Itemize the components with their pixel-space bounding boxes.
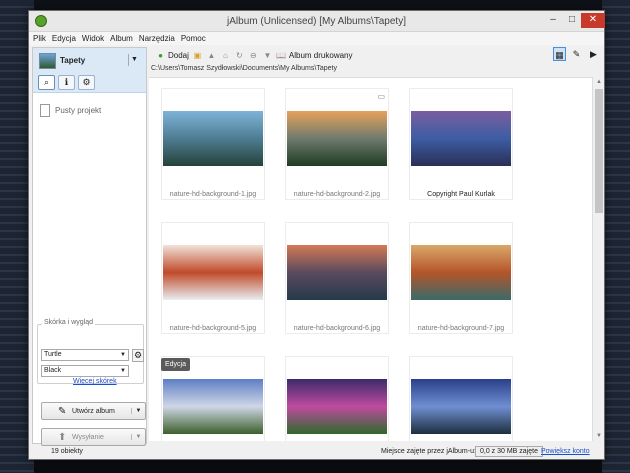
thumbnail-cell[interactable] [285,356,389,441]
thumbnail-image[interactable] [411,111,511,166]
new-folder-icon[interactable]: ▣ [192,50,203,61]
thumbnail-image[interactable] [287,245,387,300]
exclude-icon[interactable]: ⊖ [248,50,259,61]
print-album-label: Album drukowany [288,50,353,60]
view-mode-buttons: ▦ ✎ ▶ [553,47,600,61]
sidebar: Tapety ▼ ⌕ ℹ ⚙ Pusty projekt Skórka i wy… [32,47,147,446]
book-icon: 📖 [276,50,287,60]
path-breadcrumb: C:\Users\Tomasz Szydłowski\Documents\My … [151,65,337,72]
upload-arrow-icon: ⬆ [58,431,67,443]
sidebar-tools: ⌕ ℹ ⚙ [38,75,95,90]
add-icon: ● [158,50,163,60]
folder-icon[interactable]: ▭ [377,92,385,101]
thumbnail-image[interactable] [411,245,511,300]
menu-edycja[interactable]: Edycja [52,34,76,43]
space-label: Miejsce zajęte przez jAlbum-u: [381,448,476,455]
preview-view-icon[interactable]: ▶ [587,47,600,61]
thumbnail-image[interactable] [163,111,263,166]
close-button[interactable]: ✕ [581,13,605,28]
thumbnail-cell[interactable]: nature-hd-background-5.jpg [161,222,265,334]
document-icon [40,104,50,117]
window-title: jAlbum (Unlicensed) [My Albums\Tapety] [227,16,406,27]
project-label: Pusty projekt [55,106,102,115]
thumbnail-image[interactable] [163,379,263,434]
desktop-wallpaper-right [602,0,630,473]
thumbnail-cell[interactable]: nature-hd-background-1.jpg [161,88,265,200]
menu-album[interactable]: Album [110,34,133,43]
search-icon[interactable]: ⌕ [38,75,55,90]
thumbnail-image[interactable] [411,379,511,434]
rotate-icon[interactable]: ↻ [234,50,245,61]
thumbnail-image[interactable] [287,379,387,434]
main-toolbar: ● Dodaj ▣ ▲ ⌂ ↻ ⊖ ▼ 📖 Album drukowany ▦ … [149,47,604,63]
chevron-down-icon[interactable]: ▼ [131,434,145,440]
thumbnail-cell[interactable]: Copyright Paul Kurlak [409,88,513,200]
info-icon[interactable]: ℹ [58,75,75,90]
space-used-badge: 0,0 z 30 MB zajęte [475,446,543,457]
thumbnail-cell[interactable] [409,356,513,441]
object-count: 19 obiekty [51,448,83,455]
add-label: Dodaj [168,50,189,60]
menu-widok[interactable]: Widok [82,34,104,43]
edit-view-icon[interactable]: ✎ [570,47,583,61]
skin-section: Skórka i wygląd Turtle ▼ ⚙ Black ▼ Więce… [37,319,144,385]
album-name[interactable]: Tapety [60,56,85,65]
chevron-down-icon[interactable]: ▼ [131,408,145,414]
thumbnail-caption: Copyright Paul Kurlak [427,191,495,198]
thumbnail-cell[interactable]: nature-hd-background-6.jpg [285,222,389,334]
filter-icon[interactable]: ▼ [262,50,273,61]
thumbnail-caption: nature-hd-background-6.jpg [293,325,381,332]
skin-select[interactable]: Turtle ▼ [41,349,129,361]
thumbnail-caption: nature-hd-background-5.jpg [169,325,257,332]
gear-icon[interactable]: ⚙ [78,75,95,90]
thumbnail-cell[interactable]: ▭ nature-hd-background-2.jpg [285,88,389,200]
scrollbar-thumb[interactable] [595,89,603,213]
home-icon[interactable]: ⌂ [220,50,231,61]
album-dropdown-icon[interactable]: ▼ [128,54,140,66]
more-skins-link[interactable]: Więcej skórek [73,378,117,385]
add-button[interactable]: ● Dodaj [155,50,189,61]
chevron-down-icon: ▼ [120,368,126,374]
thumbnail-caption: nature-hd-background-1.jpg [169,191,257,198]
title-bar: jAlbum (Unlicensed) [My Albums\Tapety] –… [29,11,605,32]
skin-section-label: Skórka i wygląd [42,319,96,326]
scroll-down-icon[interactable]: ▼ [593,433,605,439]
menu-plik[interactable]: Plik [33,34,46,43]
style-select[interactable]: Black ▼ [41,365,129,377]
thumbnail-caption: nature-hd-background-2.jpg [293,191,381,198]
folder-up-icon[interactable]: ▲ [206,50,217,61]
skin-select-value: Turtle [44,351,62,358]
create-album-label: Utwórz album [72,407,115,415]
thumbnail-image[interactable] [287,111,387,166]
album-header: Tapety ▼ ⌕ ℹ ⚙ [33,48,146,93]
menu-narzedzia[interactable]: Narzędzia [139,34,175,43]
style-select-value: Black [44,367,62,374]
thumbnail-image[interactable] [163,245,263,300]
thumbnail-cell[interactable]: nature-hd-background-7.jpg [409,222,513,334]
wand-icon: ✎ [58,405,67,417]
thumbnail-grid: nature-hd-background-7.jpg nature-hd-back… [149,77,592,441]
chevron-down-icon: ▼ [120,352,126,358]
create-album-button[interactable]: ✎ Utwórz album ▼ [41,402,146,420]
album-thumbnail [39,53,56,69]
menu-bar: Plik Edycja Widok Album Narzędzia Pomoc [29,32,604,45]
thumbnail-caption: nature-hd-background-7.jpg [417,325,505,332]
vertical-scrollbar[interactable]: ▲ ▼ [592,77,604,441]
scroll-up-icon[interactable]: ▲ [593,79,605,85]
print-album-button[interactable]: 📖 Album drukowany [276,50,353,61]
grid-view-icon[interactable]: ▦ [553,47,566,61]
minimize-button[interactable]: – [545,13,561,28]
upgrade-account-link[interactable]: Powiększ konto [541,448,590,455]
status-bar: 19 obiekty Miejsce zajęte przez jAlbum-u… [29,444,606,460]
project-item[interactable]: Pusty projekt [40,104,101,117]
upload-label: Wysyłanie [72,433,104,441]
jalbum-window: jAlbum (Unlicensed) [My Albums\Tapety] –… [28,10,605,460]
maximize-button[interactable]: □ [564,13,580,28]
menu-pomoc[interactable]: Pomoc [181,34,206,43]
edit-badge[interactable]: Edycja [161,358,191,371]
skin-settings-gear-icon[interactable]: ⚙ [132,349,144,362]
